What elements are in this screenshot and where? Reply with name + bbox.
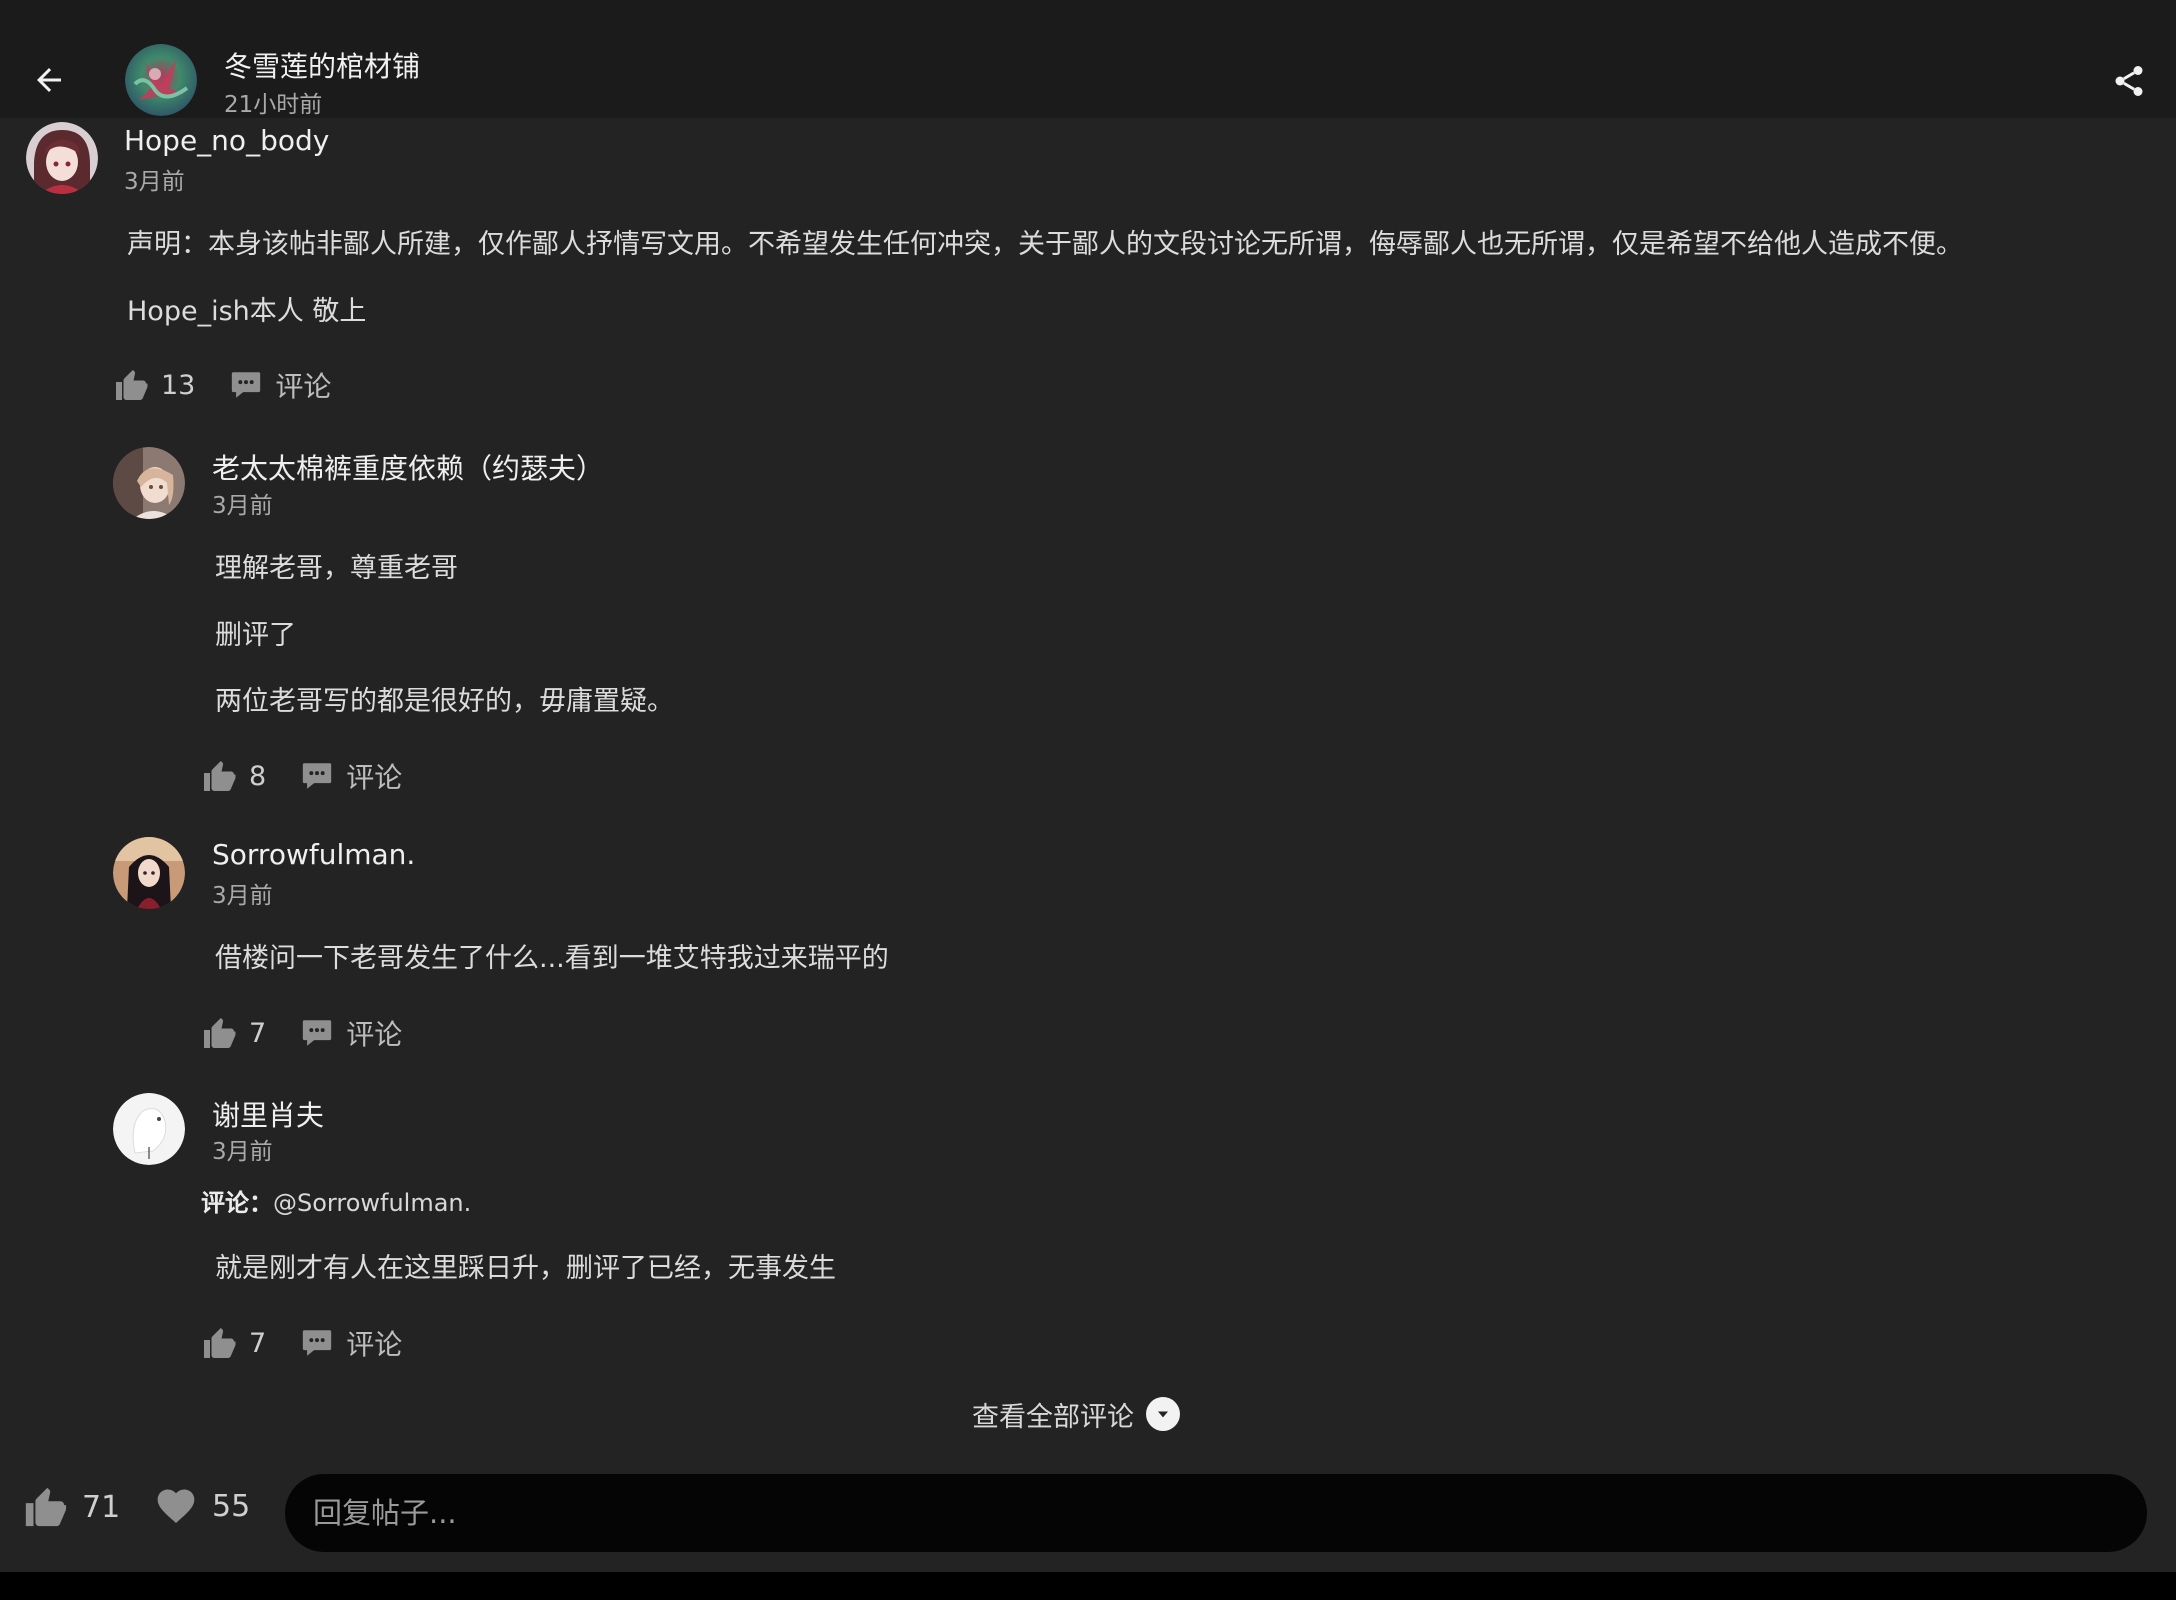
comment-bubble-icon [303, 1020, 332, 1046]
comment-text-line: 声明：本身该帖非鄙人所建，仅作鄙人抒情写文用。不希望发生任何冲突，关于鄙人的文段… [127, 229, 1963, 260]
comment-bubble-icon [303, 763, 332, 789]
post-favorite-button[interactable]: 55 [154, 1484, 250, 1528]
post-author-avatar[interactable] [125, 44, 197, 116]
comment-avatar[interactable] [113, 447, 185, 519]
comment-label: 评论 [346, 761, 403, 794]
comment-username[interactable]: Hope_no_body [124, 124, 329, 157]
comment-actions: 8 评论 [201, 754, 402, 798]
thumbs-up-icon [204, 1328, 236, 1358]
comment-text-line: 两位老哥写的都是很好的，毋庸置疑。 [215, 686, 674, 717]
reply-reference: 评论：@Sorrowfulman. [201, 1183, 471, 1218]
comment-reply-button[interactable]: 评论 [300, 1013, 402, 1053]
share-button[interactable] [2106, 58, 2152, 104]
comment-username[interactable]: Sorrowfulman. [212, 838, 415, 871]
comment-time: 3月前 [212, 883, 273, 909]
thumbs-up-icon [204, 761, 236, 791]
comment-like-button[interactable]: 8 [201, 758, 266, 794]
view-all-comments-label: 查看全部评论 [972, 1401, 1134, 1433]
comment-reply-button[interactable]: 评论 [300, 1323, 402, 1363]
post-time: 21小时前 [224, 92, 323, 118]
comment-actions: 7 评论 [201, 1011, 402, 1055]
post-like-button[interactable]: 71 [22, 1484, 120, 1530]
post-detail-screen: 冬雪莲的棺材铺 21小时前 Hope_no_body 3月前 声明：本身该帖非鄙… [0, 0, 2176, 1572]
reply-prefix-label: 评论： [201, 1189, 273, 1217]
like-count: 13 [161, 369, 196, 401]
comment-text-line: Hope_ish本人 敬上 [127, 296, 367, 327]
comment-label: 评论 [275, 370, 332, 403]
comment-avatar[interactable] [26, 122, 98, 194]
comment-username[interactable]: 谢里肖夫 [212, 1094, 324, 1134]
share-icon [2115, 66, 2143, 96]
reply-post-input[interactable] [285, 1474, 2147, 1552]
top-bar: 冬雪莲的棺材铺 21小时前 [0, 0, 2176, 118]
comment-text-line: 借楼问一下老哥发生了什么...看到一堆艾特我过来瑞平的 [215, 943, 889, 974]
comment-username[interactable]: 老太太棉裤重度依赖（约瑟夫） [212, 447, 604, 487]
comment-actions: 13 评论 [113, 363, 331, 407]
like-count: 8 [249, 760, 267, 792]
comment-actions: 7 评论 [201, 1321, 402, 1365]
comment-avatar[interactable] [113, 1093, 185, 1165]
comment-time: 3月前 [212, 1139, 273, 1165]
comment-reply-button[interactable]: 评论 [229, 365, 331, 405]
post-favorite-count: 55 [212, 1488, 251, 1524]
comment-time: 3月前 [124, 169, 185, 195]
comment-text-line: 删评了 [215, 620, 296, 651]
comment-like-button[interactable]: 13 [113, 367, 195, 403]
view-all-comments-button[interactable]: 查看全部评论 [972, 1392, 1180, 1436]
comment-bubble-icon [232, 372, 261, 398]
comment-label: 评论 [346, 1018, 403, 1051]
like-count: 7 [249, 1327, 267, 1359]
back-button[interactable] [22, 56, 76, 104]
reply-target-mention[interactable]: @Sorrowfulman. [273, 1189, 471, 1217]
comment-time: 3月前 [212, 493, 273, 519]
heart-icon [157, 1489, 195, 1524]
comment-text-line: 理解老哥，尊重老哥 [215, 553, 458, 584]
comment-label: 评论 [346, 1328, 403, 1361]
post-title: 冬雪莲的棺材铺 [224, 50, 421, 83]
like-count: 7 [249, 1017, 267, 1049]
comment-like-button[interactable]: 7 [201, 1325, 266, 1361]
comment-bubble-icon [303, 1330, 332, 1356]
back-arrow-icon [37, 68, 61, 92]
comment-text-line: 就是刚才有人在这里踩日升，删评了已经，无事发生 [215, 1253, 836, 1284]
thumbs-up-icon [25, 1487, 67, 1527]
comment-avatar[interactable] [113, 837, 185, 909]
post-like-count: 71 [82, 1489, 121, 1525]
thumbs-up-icon [116, 370, 148, 400]
comment-reply-button[interactable]: 评论 [300, 756, 402, 796]
thumbs-up-icon [204, 1018, 236, 1048]
chevron-down-icon [1146, 1397, 1180, 1431]
comment-like-button[interactable]: 7 [201, 1015, 266, 1051]
